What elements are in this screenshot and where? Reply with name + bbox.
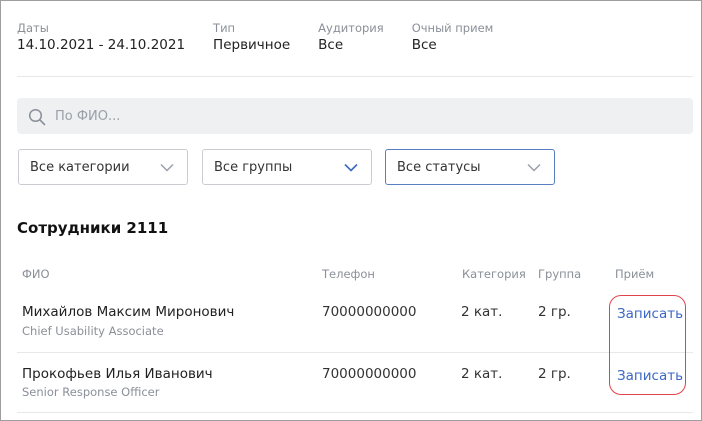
info-in-person: Очный прием Все (412, 21, 494, 54)
chevron-down-icon (344, 163, 358, 172)
info-dates-value: 14.10.2021 - 24.10.2021 (17, 37, 186, 53)
row-divider (17, 412, 693, 413)
column-header-category: Категория (462, 267, 526, 281)
window-frame: Даты 14.10.2021 - 24.10.2021 Тип Первичн… (0, 0, 702, 421)
column-header-name: ФИО (22, 267, 50, 281)
info-audience-label: Аудитория (318, 21, 384, 35)
info-dates: Даты 14.10.2021 - 24.10.2021 (17, 21, 185, 54)
info-type: Тип Первичное (213, 21, 290, 54)
chevron-down-icon (160, 163, 174, 172)
info-audience-value: Все (318, 37, 344, 53)
table-row: Михайлов Максим Миронович Chief Usabilit… (17, 304, 693, 352)
column-header-reception: Приём (615, 267, 655, 281)
status-select[interactable]: Все статусы (385, 149, 555, 185)
table-row: Прокофьев Илья Иванович Senior Response … (17, 366, 693, 414)
search-input[interactable] (55, 98, 675, 134)
info-type-value: Первичное (213, 37, 291, 53)
highlight-annotation (609, 295, 686, 395)
section-title: Сотрудники 2111 (17, 219, 169, 237)
column-header-phone: Телефон (322, 267, 375, 281)
status-select-value: Все статусы (397, 160, 481, 175)
employee-group: 2 гр. (538, 366, 571, 382)
category-select[interactable]: Все категории (18, 149, 188, 185)
employee-position: Senior Response Officer (22, 385, 160, 399)
employee-name: Михайлов Максим Миронович (22, 304, 235, 320)
employee-phone: 70000000000 (322, 366, 417, 382)
info-in-person-label: Очный прием (411, 21, 494, 35)
info-audience: Аудитория Все (318, 21, 384, 54)
column-header-group: Группа (538, 267, 582, 281)
employee-position: Chief Usability Associate (22, 324, 164, 338)
info-type-label: Тип (213, 21, 236, 35)
employee-group: 2 гр. (538, 304, 571, 320)
search-bar[interactable] (17, 98, 693, 134)
info-in-person-value: Все (411, 37, 437, 53)
header-divider (17, 76, 693, 77)
filter-summary: Даты 14.10.2021 - 24.10.2021 Тип Первичн… (17, 21, 521, 54)
employee-name: Прокофьев Илья Иванович (22, 366, 213, 382)
employee-phone: 70000000000 (322, 304, 417, 320)
search-icon (28, 108, 46, 126)
info-dates-label: Даты (17, 21, 49, 35)
chevron-down-icon (527, 163, 541, 172)
group-select-value: Все группы (214, 160, 293, 175)
employee-category: 2 кат. (461, 304, 503, 320)
group-select[interactable]: Все группы (202, 149, 372, 185)
employee-category: 2 кат. (461, 366, 503, 382)
row-divider (17, 352, 693, 353)
category-select-value: Все категории (30, 160, 130, 175)
